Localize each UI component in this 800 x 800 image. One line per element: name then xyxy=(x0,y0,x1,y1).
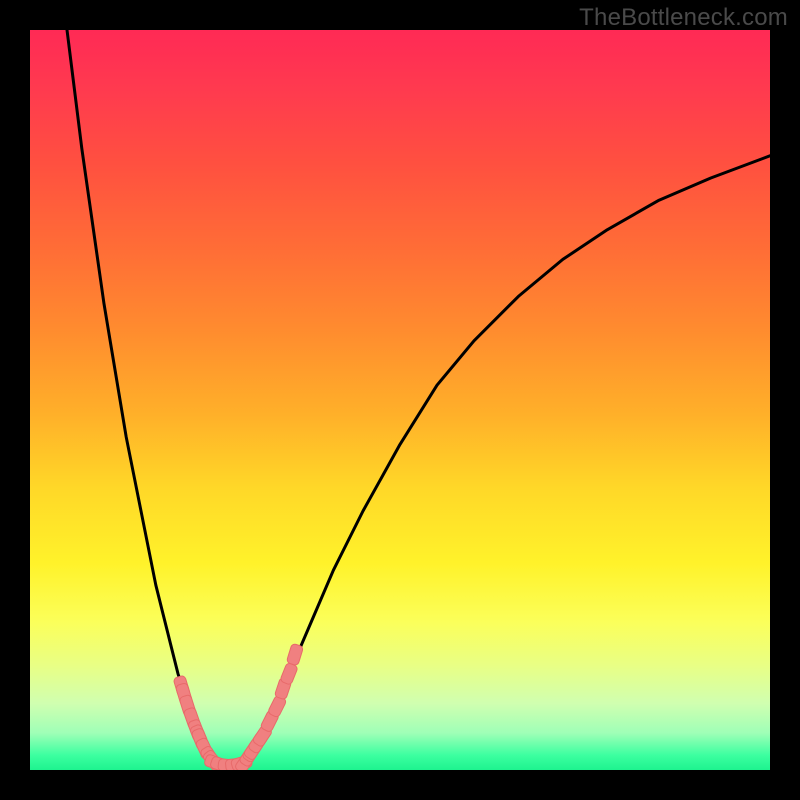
data-marker xyxy=(280,662,299,685)
watermark-text: TheBottleneck.com xyxy=(579,4,788,32)
data-marker xyxy=(286,643,303,666)
bottleneck-curve xyxy=(67,30,770,766)
outer-black-frame: TheBottleneck.com xyxy=(0,0,800,800)
plot-area xyxy=(30,30,770,770)
chart-svg xyxy=(30,30,770,770)
